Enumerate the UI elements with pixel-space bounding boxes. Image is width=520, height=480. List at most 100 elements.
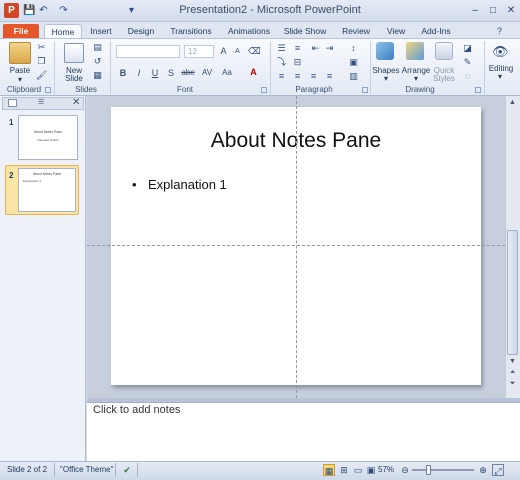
zoom-slider-knob[interactable]: [426, 465, 431, 475]
decrease-indent-icon[interactable]: ⇤: [310, 43, 321, 54]
undo-icon[interactable]: ↶: [37, 4, 50, 17]
align-right-icon[interactable]: ≡: [308, 71, 319, 82]
shapes-dropdown-icon[interactable]: ▾: [380, 74, 392, 83]
tab-home[interactable]: Home: [44, 24, 82, 39]
font-size-combobox[interactable]: 12: [184, 45, 214, 58]
quick-styles-label-line2[interactable]: Styles: [429, 74, 459, 83]
tab-review[interactable]: Review: [338, 24, 374, 39]
close-button[interactable]: ✕: [502, 3, 520, 18]
tab-design[interactable]: Design: [124, 24, 158, 39]
align-center-icon[interactable]: ≡: [292, 71, 303, 82]
clear-formatting-icon[interactable]: ⌫: [248, 46, 261, 57]
shape-fill-icon[interactable]: ◪: [462, 43, 473, 54]
tab-view[interactable]: View: [382, 24, 410, 39]
theme-status[interactable]: "Office Theme": [60, 465, 113, 474]
group-divider: [270, 41, 271, 94]
shape-effects-icon[interactable]: ◌: [462, 71, 473, 82]
layout-icon[interactable]: ▤: [92, 42, 103, 53]
font-name-combobox[interactable]: [116, 45, 180, 58]
arrange-icon[interactable]: [406, 42, 424, 60]
columns-icon[interactable]: ▥: [348, 71, 359, 82]
numbering-icon[interactable]: ≡: [292, 43, 303, 54]
scrollbar-thumb[interactable]: [507, 230, 518, 355]
spelling-check-icon[interactable]: ✔: [121, 464, 133, 476]
italic-button[interactable]: I: [133, 67, 145, 79]
new-slide-label-line2[interactable]: Slide: [58, 74, 90, 83]
cut-icon[interactable]: ✂: [36, 42, 47, 53]
grow-font-icon[interactable]: A: [218, 46, 229, 57]
customize-qat-icon[interactable]: ▾: [125, 4, 138, 17]
font-group-label: Font: [176, 85, 193, 94]
clipboard-launcher-icon[interactable]: [45, 87, 51, 93]
copy-icon[interactable]: ❐: [36, 56, 47, 67]
maximize-button[interactable]: □: [484, 3, 502, 18]
paste-icon[interactable]: [9, 42, 31, 64]
outline-tab-icon[interactable]: ☰: [38, 99, 48, 107]
drawing-launcher-icon[interactable]: [475, 87, 481, 93]
quick-styles-icon[interactable]: [435, 42, 453, 60]
shapes-icon[interactable]: [376, 42, 394, 60]
horizontal-guide[interactable]: [87, 245, 505, 246]
arrange-dropdown-icon[interactable]: ▾: [410, 74, 422, 83]
shadow-button[interactable]: S: [165, 67, 177, 79]
underline-button[interactable]: U: [149, 67, 161, 79]
next-slide-icon[interactable]: ⏷: [506, 378, 519, 390]
tab-slide-show[interactable]: Slide Show: [282, 24, 328, 39]
justify-icon[interactable]: ≡: [324, 71, 335, 82]
fit-to-window-icon[interactable]: ⤢: [492, 464, 504, 476]
minimize-button[interactable]: –: [466, 3, 484, 18]
zoom-in-icon[interactable]: ⊕: [477, 464, 489, 476]
section-icon[interactable]: ▦: [92, 70, 103, 81]
zoom-level-label[interactable]: 57%: [378, 465, 394, 474]
zoom-slider-track[interactable]: [412, 469, 474, 471]
slide-2-number: 2: [9, 171, 14, 180]
close-panel-icon[interactable]: ✕: [72, 97, 82, 109]
help-icon[interactable]: ?: [497, 26, 502, 36]
normal-view-icon[interactable]: ▦: [323, 464, 335, 476]
format-painter-icon[interactable]: 🖌: [36, 70, 47, 81]
slide-sorter-view-icon[interactable]: ⊞: [338, 464, 350, 476]
save-icon[interactable]: 💾: [23, 4, 36, 17]
strikethrough-button[interactable]: abe: [180, 67, 196, 79]
new-slide-icon[interactable]: [64, 43, 84, 63]
increase-indent-icon[interactable]: ⇥: [324, 43, 335, 54]
paste-button-label[interactable]: Paste: [5, 66, 35, 75]
tab-animations[interactable]: Animations: [224, 24, 274, 39]
bullets-icon[interactable]: ☰: [276, 43, 287, 54]
font-color-icon[interactable]: A: [248, 67, 259, 78]
change-case-button[interactable]: Aa: [219, 67, 235, 79]
window-title: Presentation2 - Microsoft PowerPoint: [179, 4, 361, 16]
font-launcher-icon[interactable]: [261, 87, 267, 93]
clipboard-group-label: Clipboard: [6, 85, 42, 94]
powerpoint-app-icon[interactable]: P: [4, 3, 19, 18]
slide-bullet-text[interactable]: Explanation 1: [148, 177, 227, 192]
bold-button[interactable]: B: [117, 67, 129, 79]
redo-icon[interactable]: ↷: [57, 4, 70, 17]
tab-transitions[interactable]: Transitions: [166, 24, 216, 39]
paragraph-group-label: Paragraph: [295, 85, 333, 94]
character-spacing-button[interactable]: AV: [199, 67, 215, 79]
align-left-icon[interactable]: ≡: [276, 71, 287, 82]
scroll-up-icon[interactable]: ▲: [506, 97, 519, 109]
smartart-icon[interactable]: ▣: [348, 57, 359, 68]
paragraph-launcher-icon[interactable]: [362, 87, 368, 93]
tab-insert[interactable]: Insert: [86, 24, 116, 39]
slides-tab-icon[interactable]: [8, 99, 17, 107]
slide-show-view-icon[interactable]: ▣: [365, 464, 377, 476]
zoom-out-icon[interactable]: ⊖: [399, 464, 411, 476]
reset-icon[interactable]: ↺: [92, 56, 103, 67]
paste-dropdown-icon[interactable]: ▾: [13, 75, 27, 84]
tab-add-ins[interactable]: Add-Ins: [416, 24, 456, 39]
find-binoculars-icon[interactable]: 👁: [492, 44, 509, 60]
group-divider: [110, 41, 111, 94]
line-spacing-icon[interactable]: ↕: [348, 43, 359, 54]
align-text-icon[interactable]: ⊟: [292, 57, 303, 68]
shape-outline-icon[interactable]: ✎: [462, 57, 473, 68]
editing-dropdown-icon[interactable]: ▾: [494, 72, 506, 81]
vertical-guide[interactable]: [296, 96, 297, 398]
reading-view-icon[interactable]: ▭: [352, 464, 364, 476]
notes-placeholder[interactable]: Click to add notes: [93, 404, 180, 416]
shrink-font-icon[interactable]: A: [232, 46, 243, 57]
tab-file[interactable]: File: [3, 24, 39, 39]
text-direction-icon[interactable]: ⤵: [276, 57, 287, 68]
